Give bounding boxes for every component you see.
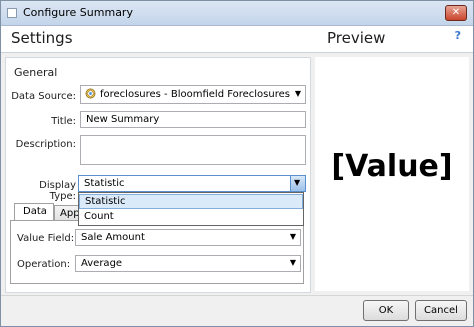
- title-bar: Configure Summary ✕: [1, 1, 473, 26]
- window-app-icon: [7, 8, 17, 18]
- title-input-value: New Summary: [86, 114, 160, 125]
- cancel-button[interactable]: Cancel: [415, 300, 467, 321]
- tab-appearance-label: App: [60, 208, 80, 219]
- chevron-down-icon: ▼: [294, 89, 301, 98]
- display-type-dropdown-button[interactable]: ▼: [290, 176, 305, 191]
- chevron-down-icon: ▼: [289, 258, 296, 267]
- help-icon[interactable]: ?: [455, 29, 461, 42]
- operation-value: Average: [81, 258, 123, 269]
- title-label: Title:: [51, 116, 76, 127]
- configure-summary-dialog: Configure Summary ✕ Settings Preview ? G…: [0, 0, 474, 327]
- dropdown-option-statistic[interactable]: Statistic: [79, 194, 303, 209]
- tab-data[interactable]: Data: [14, 203, 54, 220]
- dropdown-option-label: Count: [84, 211, 114, 222]
- value-field-value: Sale Amount: [81, 232, 145, 243]
- operation-select[interactable]: Average ▼: [75, 255, 301, 272]
- value-field-select[interactable]: Sale Amount ▼: [75, 229, 301, 246]
- data-source-label: Data Source:: [11, 91, 76, 102]
- dropdown-option-count[interactable]: Count: [79, 210, 303, 225]
- display-type-dropdown-list: Statistic Count: [78, 192, 304, 226]
- data-source-value: foreclosures - Bloomfield Foreclosures: [100, 89, 290, 100]
- preview-value: [Value]: [331, 149, 453, 184]
- title-input[interactable]: New Summary: [80, 111, 306, 128]
- dropdown-option-label: Statistic: [85, 196, 126, 207]
- operation-label: Operation:: [17, 259, 71, 270]
- close-button[interactable]: ✕: [445, 5, 467, 21]
- globe-layer-icon: [85, 88, 96, 99]
- ok-button[interactable]: OK: [363, 300, 409, 321]
- display-type-label: Display Type:: [39, 180, 76, 202]
- chevron-down-icon: ▼: [289, 232, 296, 241]
- description-label: Description:: [15, 139, 76, 150]
- preview-panel: [Value]: [315, 57, 469, 291]
- preview-heading: Preview: [327, 29, 386, 47]
- close-icon: ✕: [451, 7, 461, 18]
- header-bar: Settings Preview ?: [1, 26, 473, 53]
- settings-heading: Settings: [11, 29, 73, 47]
- general-section-label: General: [14, 66, 58, 79]
- display-type-value: Statistic: [84, 178, 125, 189]
- display-type-select[interactable]: Statistic ▼: [78, 175, 306, 192]
- window-title: Configure Summary: [23, 6, 133, 19]
- description-input[interactable]: [80, 135, 306, 165]
- data-source-select[interactable]: foreclosures - Bloomfield Foreclosures ▼: [80, 85, 306, 104]
- chevron-down-icon: ▼: [294, 178, 301, 187]
- dialog-footer: OK Cancel: [1, 295, 473, 326]
- data-tab-content: Value Field: Sale Amount ▼ Operation: Av…: [10, 220, 304, 284]
- tab-data-label: Data: [23, 206, 47, 217]
- settings-panel: General Data Source: foreclosures - Bloo…: [5, 57, 311, 293]
- value-field-label: Value Field:: [17, 233, 75, 244]
